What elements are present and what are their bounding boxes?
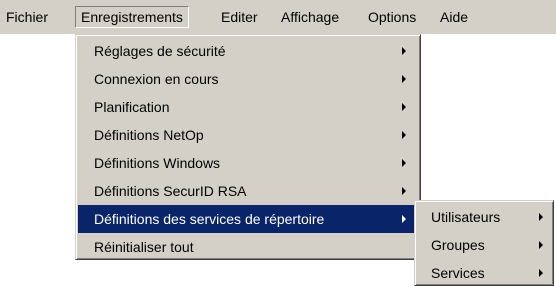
submenu-arrow-icon	[402, 131, 406, 139]
menu-item-label: Réglages de sécurité	[94, 43, 226, 59]
menu-fichier[interactable]: Fichier	[2, 6, 52, 28]
menu-enregistrements[interactable]: Enregistrements	[75, 6, 189, 28]
submenu-arrow-icon	[402, 187, 406, 195]
menu-item-label: Définitions des services de répertoire	[94, 211, 325, 227]
menu-item-label: Planification	[94, 99, 170, 115]
menu-item-reglages-securite[interactable]: Réglages de sécurité	[78, 37, 418, 65]
menu-item-definitions-netop[interactable]: Définitions NetOp	[78, 121, 418, 149]
submenu-arrow-icon	[402, 159, 406, 167]
menu-item-label: Définitions NetOp	[94, 127, 204, 143]
submenu-arrow-icon	[402, 215, 406, 223]
submenu-arrow-icon	[402, 103, 406, 111]
submenu-item-label: Groupes	[431, 237, 485, 253]
menu-item-definitions-securid-rsa[interactable]: Définitions SecurID RSA	[78, 177, 418, 205]
menu-item-reinitialiser-tout[interactable]: Réinitialiser tout	[78, 233, 418, 261]
menu-item-label: Connexion en cours	[94, 71, 219, 87]
menu-item-label: Réinitialiser tout	[94, 239, 194, 255]
submenu-item-groupes[interactable]: Groupes	[417, 231, 551, 259]
menu-affichage[interactable]: Affichage	[277, 6, 343, 28]
submenu-arrow-icon	[539, 269, 543, 277]
menu-editer[interactable]: Editer	[217, 6, 262, 28]
submenu-arrow-icon	[402, 75, 406, 83]
repertoire-submenu: Utilisateurs Groupes Services	[414, 200, 554, 286]
submenu-item-services[interactable]: Services	[417, 259, 551, 287]
submenu-item-utilisateurs[interactable]: Utilisateurs	[417, 203, 551, 231]
menu-aide[interactable]: Aide	[436, 6, 472, 28]
menu-item-definitions-windows[interactable]: Définitions Windows	[78, 149, 418, 177]
menu-options[interactable]: Options	[364, 6, 420, 28]
submenu-arrow-icon	[402, 47, 406, 55]
submenu-arrow-icon	[539, 213, 543, 221]
menu-item-planification[interactable]: Planification	[78, 93, 418, 121]
menu-item-definitions-services-repertoire[interactable]: Définitions des services de répertoire	[78, 205, 418, 233]
menu-bar: Fichier Enregistrements Editer Affichage…	[0, 0, 556, 34]
menu-item-label: Définitions Windows	[94, 155, 221, 171]
submenu-item-label: Services	[431, 265, 485, 281]
submenu-item-label: Utilisateurs	[431, 209, 501, 225]
menu-item-connexion-en-cours[interactable]: Connexion en cours	[78, 65, 418, 93]
submenu-arrow-icon	[539, 241, 543, 249]
menu-item-label: Définitions SecurID RSA	[94, 183, 247, 199]
enregistrements-dropdown: Réglages de sécurité Connexion en cours …	[75, 34, 421, 260]
